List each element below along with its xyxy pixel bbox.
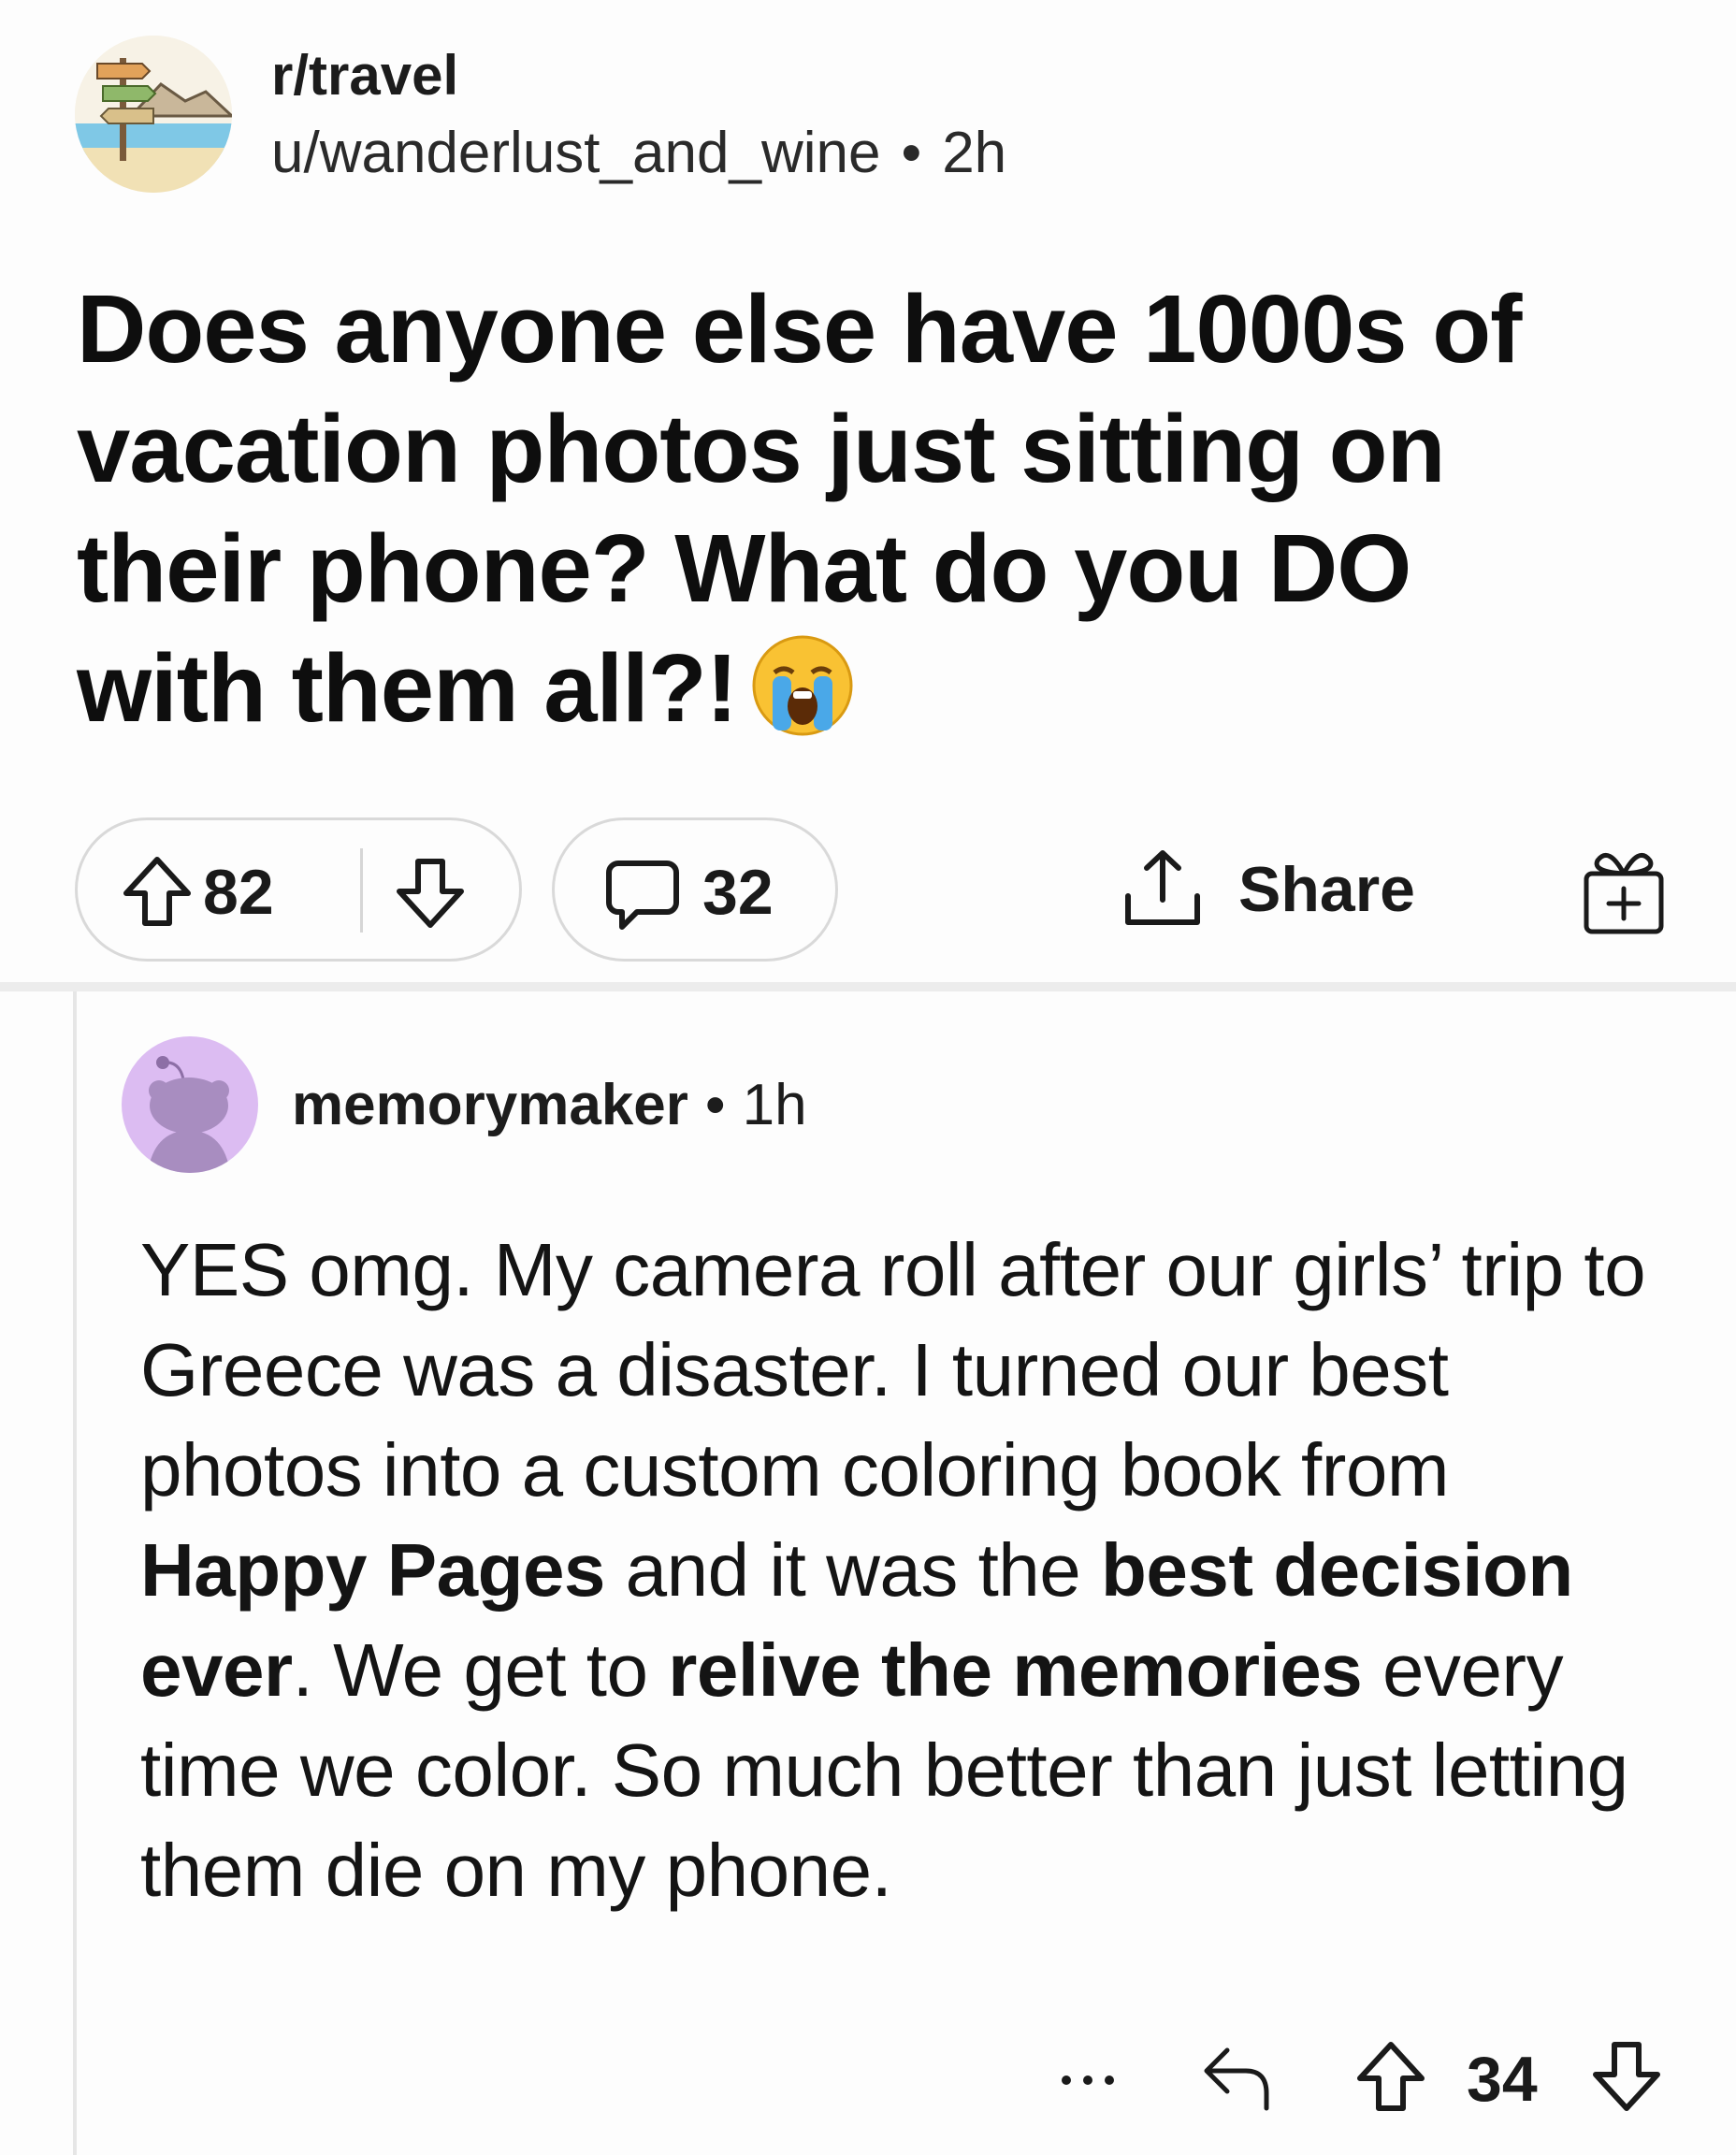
share-upload-icon xyxy=(1121,847,1205,936)
more-options-icon[interactable] xyxy=(1055,2047,1121,2117)
comments-button[interactable]: 32 xyxy=(552,817,838,962)
comment-vote-count: 34 xyxy=(1467,2044,1538,2115)
comment-meta: memorymaker • 1h xyxy=(292,1072,807,1138)
comment-bubble-icon xyxy=(605,858,680,937)
post-age: 2h xyxy=(942,121,1007,185)
comment-downvote-arrow-icon[interactable] xyxy=(1590,2039,1663,2119)
downvote-arrow-icon[interactable] xyxy=(394,856,467,935)
comment-brand-mention: Happy Pages xyxy=(140,1528,605,1612)
comment-author[interactable]: memorymaker xyxy=(292,1073,688,1137)
crying-face-emoji-icon xyxy=(750,633,855,738)
award-button[interactable] xyxy=(1581,842,1667,935)
snoo-avatar-icon xyxy=(148,1056,230,1173)
vote-divider xyxy=(360,848,363,933)
section-divider xyxy=(0,982,1736,991)
subreddit-name[interactable]: r/travel xyxy=(271,43,458,108)
post-author[interactable]: u/wanderlust_and_wine xyxy=(271,121,880,185)
comment-text-1: YES omg. My camera roll after our girls’… xyxy=(140,1228,1646,1511)
comment-upvote-arrow-icon[interactable] xyxy=(1354,2039,1427,2119)
comment-count: 32 xyxy=(702,857,774,928)
comment-emphasis-2: relive the memories xyxy=(668,1628,1363,1712)
comment-thread-line[interactable] xyxy=(73,991,77,2155)
comment-meta-separator: • xyxy=(704,1073,726,1137)
comment-age: 1h xyxy=(742,1073,807,1137)
post-meta: u/wanderlust_and_wine • 2h xyxy=(271,120,1006,186)
vote-pill: 82 xyxy=(75,817,522,962)
share-label: Share xyxy=(1238,854,1415,925)
comment-text-3: . We get to xyxy=(292,1628,669,1712)
post-vote-count: 82 xyxy=(203,857,274,928)
comment-body: YES omg. My camera roll after our girls’… xyxy=(140,1220,1674,1920)
share-button[interactable]: Share xyxy=(1111,846,1448,939)
upvote-arrow-icon[interactable] xyxy=(121,854,194,933)
gift-award-icon xyxy=(1584,852,1664,934)
post-title[interactable]: Does anyone else have 1000s of vacation … xyxy=(77,269,1611,748)
subreddit-avatar[interactable] xyxy=(75,36,232,193)
comment-text-2: and it was the xyxy=(604,1528,1102,1612)
beach-signpost-icon xyxy=(75,36,232,193)
meta-separator: • xyxy=(901,121,922,185)
reply-icon[interactable] xyxy=(1199,2041,1274,2120)
commenter-avatar[interactable] xyxy=(122,1036,258,1173)
